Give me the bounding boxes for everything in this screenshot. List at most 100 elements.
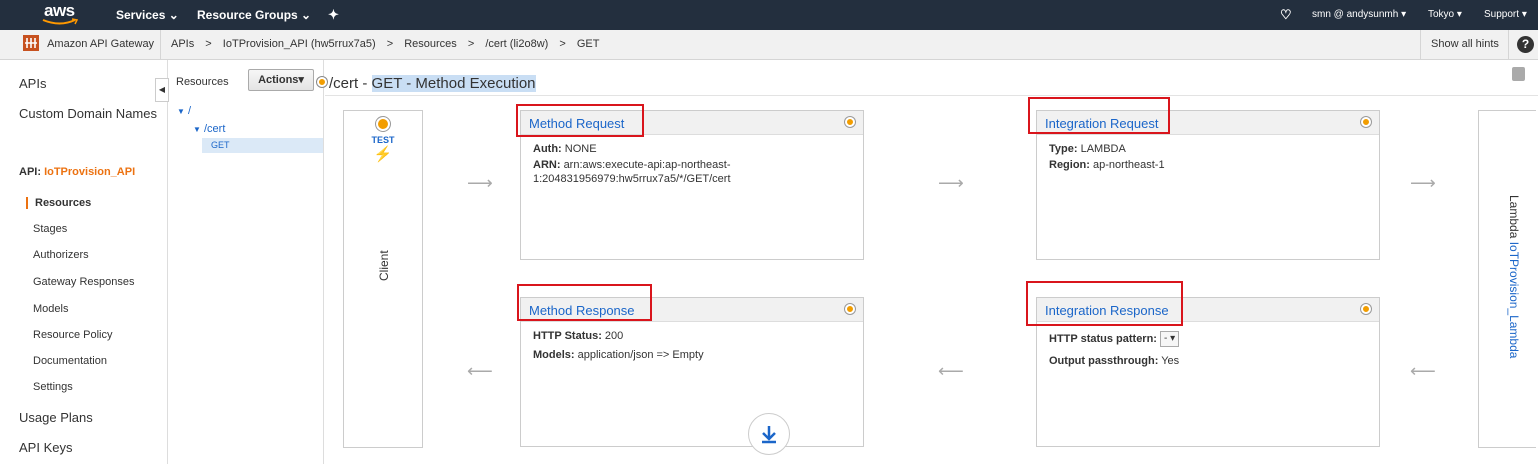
breadcrumb-separator: > <box>559 38 566 50</box>
breadcrumb-apis[interactable]: APIs <box>171 38 194 50</box>
status-pattern-row: HTTP status pattern: - ▾ <box>1049 331 1180 347</box>
services-menu[interactable]: Services ⌄ <box>116 0 179 30</box>
http-status-label: HTTP Status: <box>533 330 602 342</box>
status-dot-icon <box>376 117 390 131</box>
nav-models[interactable]: Models <box>33 303 68 315</box>
support-label: Support <box>1484 9 1520 20</box>
arrow-left-icon: ⟵ <box>1410 361 1436 381</box>
divider <box>1420 30 1421 59</box>
chevron-down-icon: ▾ <box>1401 9 1407 20</box>
passthrough-row: Output passthrough: Yes <box>1049 355 1179 367</box>
lambda-function-link[interactable]: IoTProvision_Lambda <box>1507 242 1521 359</box>
breadcrumb-separator: > <box>205 38 212 50</box>
arrow-right-icon: ⟶ <box>938 173 964 193</box>
http-status-row: HTTP Status: 200 <box>533 330 623 342</box>
support-menu[interactable]: Support ▾ <box>1484 0 1527 30</box>
status-pattern-label: HTTP status pattern: <box>1049 332 1157 345</box>
nav-documentation[interactable]: Documentation <box>33 355 107 367</box>
nav-api-header[interactable]: API: IoTProvision_API <box>19 166 135 178</box>
bell-icon[interactable]: ♡ <box>1280 0 1292 30</box>
status-dot-icon <box>845 117 855 127</box>
highlight-box <box>1028 97 1170 134</box>
test-button[interactable]: TEST ⚡ <box>344 135 422 163</box>
arn-value: arn:aws:execute-api:ap-northeast- <box>563 159 731 171</box>
models-label: Models: <box>533 349 575 361</box>
account-menu[interactable]: smn @ andysunmh ▾ <box>1312 0 1406 30</box>
breadcrumb-resources[interactable]: Resources <box>404 38 457 50</box>
nav-usage-plans[interactable]: Usage Plans <box>19 410 93 425</box>
tree-item-cert[interactable]: ▼ /cert <box>193 123 225 135</box>
type-value: LAMBDA <box>1080 143 1126 155</box>
nav-apis[interactable]: APIs <box>19 76 46 91</box>
chevron-down-icon: ▾ <box>1456 9 1462 20</box>
resources-panel-title: Resources <box>176 76 229 88</box>
auth-label: Auth: <box>533 143 562 155</box>
status-pattern-select[interactable]: - ▾ <box>1160 331 1180 347</box>
client-label: Client <box>377 250 391 281</box>
lambda-panel: Lambda IoTProvision_Lambda <box>1478 110 1536 448</box>
nav-settings[interactable]: Settings <box>33 381 73 393</box>
type-label: Type: <box>1049 143 1078 155</box>
region-row: Region: ap-northeast-1 <box>1049 159 1165 171</box>
breadcrumb-api[interactable]: IoTProvision_API (hw5rrux7a5) <box>223 38 376 50</box>
models-row: Models: application/json => Empty <box>533 349 704 361</box>
status-dot-icon <box>1361 117 1371 127</box>
arn-row: ARN: arn:aws:execute-api:ap-northeast- <box>533 159 731 171</box>
highlight-box <box>516 104 644 137</box>
tree-item-get[interactable]: GET <box>211 140 230 150</box>
arn-value-continued: 1:204831956979:hw5rrux7a5/*/GET/cert <box>533 173 731 185</box>
nav-custom-domains[interactable]: Custom Domain Names <box>19 106 157 121</box>
lightning-icon: ⚡ <box>373 146 393 163</box>
arrow-left-icon: ⟵ <box>938 361 964 381</box>
arrow-right-icon: ⟶ <box>467 173 493 193</box>
divider <box>160 30 161 59</box>
arrow-right-icon: ⟶ <box>1410 173 1436 193</box>
chevron-down-icon: ⌄ <box>168 8 179 22</box>
pin-icon[interactable]: ✦ <box>328 0 339 30</box>
tree-label: / <box>187 105 192 117</box>
aws-logo[interactable]: aws <box>40 1 90 29</box>
collapse-sidebar-icon[interactable]: ◀ <box>155 78 169 102</box>
breadcrumb-resource[interactable]: /cert (li2o8w) <box>485 38 548 50</box>
tree-item-root[interactable]: ▼ / <box>177 105 191 117</box>
resources-panel <box>169 60 324 464</box>
lambda-title: Lambda IoTProvision_Lambda <box>1507 195 1521 358</box>
passthrough-value: Yes <box>1161 355 1180 367</box>
auth-value: NONE <box>564 143 597 155</box>
breadcrumb-separator: > <box>467 38 475 50</box>
nav-resources[interactable]: Resources <box>35 197 91 209</box>
caret-down-icon: ▾ <box>298 74 304 86</box>
service-breadcrumb-bar: Amazon API Gateway APIs > IoTProvision_A… <box>0 30 1538 60</box>
region-value: ap-northeast-1 <box>1093 159 1165 171</box>
download-button[interactable] <box>748 413 790 455</box>
nav-gateway-responses[interactable]: Gateway Responses <box>33 276 135 288</box>
divider <box>1508 30 1509 59</box>
api-prefix: API: <box>19 166 41 178</box>
show-hints-button[interactable]: Show all hints <box>1431 30 1499 59</box>
services-label: Services <box>116 8 166 22</box>
type-row: Type: LAMBDA <box>1049 143 1126 155</box>
highlight-box <box>1026 281 1183 326</box>
http-status-value: 200 <box>604 330 624 342</box>
lambda-label: Lambda <box>1507 195 1521 239</box>
arrow-left-icon: ⟵ <box>467 361 493 381</box>
chevron-down-icon: ▾ <box>1521 9 1527 20</box>
nav-api-keys[interactable]: API Keys <box>19 440 72 455</box>
notebook-icon[interactable] <box>1512 67 1525 81</box>
actions-button[interactable]: Actions▾ <box>248 69 314 91</box>
nav-resource-policy[interactable]: Resource Policy <box>33 329 112 341</box>
nav-authorizers[interactable]: Authorizers <box>33 249 89 261</box>
help-icon[interactable]: ? <box>1517 36 1534 53</box>
resource-groups-menu[interactable]: Resource Groups ⌄ <box>197 0 311 30</box>
status-dot-icon <box>317 77 327 87</box>
chevron-down-icon: ⌄ <box>301 8 312 22</box>
service-name: Amazon API Gateway <box>47 38 155 50</box>
auth-row: Auth: NONE <box>533 143 597 155</box>
api-gateway-service-link[interactable]: Amazon API Gateway <box>22 30 154 59</box>
region-menu[interactable]: Tokyo ▾ <box>1428 0 1462 30</box>
sidebar-navigation: APIs Custom Domain Names API: IoTProvisi… <box>0 60 168 464</box>
models-value: application/json => Empty <box>577 349 704 361</box>
breadcrumb: APIs > IoTProvision_API (hw5rrux7a5) > R… <box>171 30 600 59</box>
breadcrumb-method[interactable]: GET <box>577 38 600 50</box>
nav-stages[interactable]: Stages <box>33 223 67 235</box>
